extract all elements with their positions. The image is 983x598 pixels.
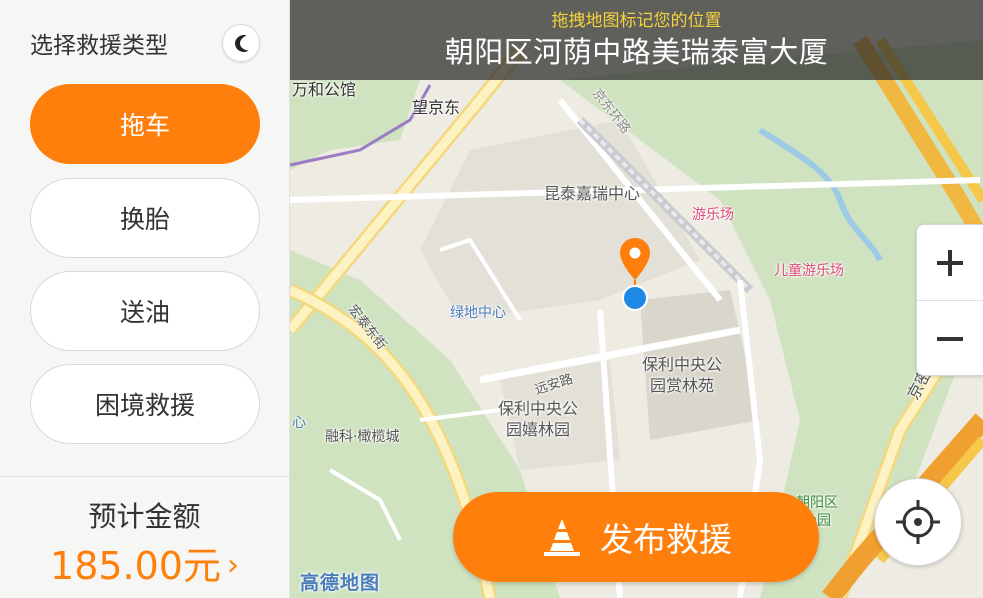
map-label-kuntai: 昆泰嘉瑞中心 xyxy=(544,184,641,203)
estimate-value: 185.00元 xyxy=(50,544,221,588)
drag-hint-text: 拖拽地图标记您的位置 xyxy=(551,11,722,31)
location-marker[interactable] xyxy=(617,236,653,312)
map-label-youlechang: 游乐场 xyxy=(692,207,734,223)
map-label-wangjingdong: 望京东 xyxy=(412,98,461,117)
map-provider-logo: 高德地图 xyxy=(300,572,381,594)
sidebar-title: 选择救援类型 xyxy=(30,33,168,59)
sidebar-header: 选择救援类型 xyxy=(0,0,289,78)
crosshair-icon xyxy=(896,500,940,544)
locate-button[interactable] xyxy=(874,478,962,566)
moon-icon xyxy=(235,35,249,52)
map-label-xin: 心 xyxy=(292,415,306,431)
type-button-tire[interactable]: 换胎 xyxy=(30,178,260,258)
type-button-label: 困境救援 xyxy=(94,391,195,420)
zoom-control xyxy=(916,224,983,376)
estimate-value-row[interactable]: 185.00元 › xyxy=(0,535,289,590)
publish-label: 发布救援 xyxy=(600,520,732,559)
rescue-type-sidebar: 选择救援类型 拖车 换胎 送油 困境救援 预计金额 185.00元 › xyxy=(0,0,290,598)
zoom-out-button[interactable] xyxy=(917,301,983,376)
map-label-lvdi: 绿地中心 xyxy=(450,305,506,321)
plus-icon xyxy=(937,249,963,276)
map-label-baoli-xilin: 保利中央公 园嬉林园 xyxy=(498,399,579,439)
minus-icon xyxy=(937,336,963,341)
publish-rescue-button[interactable]: 发布救援 xyxy=(453,492,819,582)
address-banner: 拖拽地图标记您的位置 朝阳区河荫中路美瑞泰富大厦 xyxy=(290,0,983,80)
current-address: 朝阳区河荫中路美瑞泰富大厦 xyxy=(444,35,829,69)
price-estimate[interactable]: 预计金额 185.00元 › xyxy=(0,476,289,598)
type-button-label: 送油 xyxy=(119,298,170,327)
map-label-baoli-shanglin: 保利中央公 园赏林苑 xyxy=(642,355,723,395)
type-button-tow[interactable]: 拖车 xyxy=(30,84,260,164)
chevron-right-icon: › xyxy=(226,548,239,583)
traffic-cone-icon xyxy=(544,519,580,556)
map-label-ertong: 儿童游乐场 xyxy=(774,263,844,279)
type-button-label: 换胎 xyxy=(119,205,170,234)
type-button-label: 拖车 xyxy=(119,111,170,140)
type-button-stuck[interactable]: 困境救援 xyxy=(30,364,260,444)
zoom-in-button[interactable] xyxy=(917,225,983,300)
estimate-label: 预计金额 xyxy=(88,500,201,533)
type-button-fuel[interactable]: 送油 xyxy=(30,271,260,351)
night-mode-toggle[interactable] xyxy=(222,24,260,62)
map-label-rongke: 融科·橄榄城 xyxy=(325,429,400,445)
